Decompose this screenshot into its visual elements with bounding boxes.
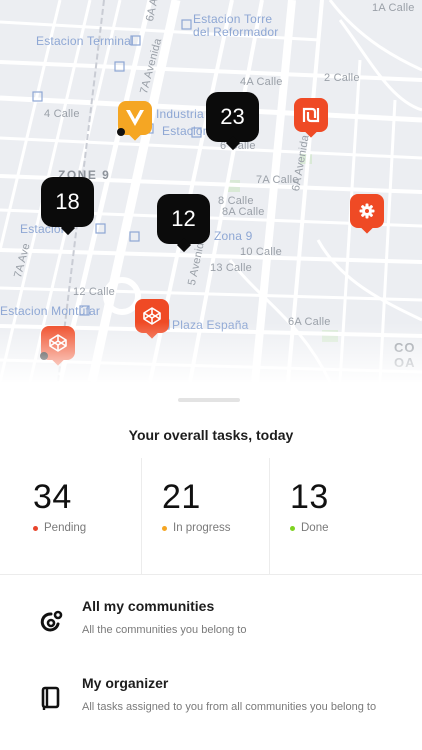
status-dot-orange [162,525,167,531]
codepen-icon [49,334,67,352]
stat-value: 13 [290,478,329,516]
sheet-title: Your overall tasks, today [128,427,294,443]
map-view[interactable]: Estacion Terminal Estacion Torre del Ref… [0,0,422,382]
menu-item-title: All my communities [82,598,215,614]
map-label: 4 Calle [44,108,80,120]
stat-done[interactable]: 13 Done [269,458,422,574]
communities-icon [40,610,63,632]
map-label: 12 Calle [73,286,115,298]
vue-logo-icon [126,110,144,126]
shekel-icon [302,107,320,123]
menu-item-organizer[interactable]: My organizer All tasks assigned to you f… [0,665,422,729]
menu-item-title: My organizer [82,675,169,691]
map-label: Industria [156,107,204,121]
app-screen: Estacion Terminal Estacion Torre del Ref… [0,0,422,750]
map-label: 4A Calle [240,76,283,88]
map-label: 10 Calle [240,246,282,258]
stat-label-text: Done [301,522,329,534]
notebook-icon [41,686,60,710]
stat-pending[interactable]: 34 Pending [13,458,141,574]
map-label: 1A Calle [372,2,415,14]
map-cluster-marker[interactable]: 18 [41,177,94,227]
map-cluster-marker[interactable]: 12 [157,194,210,244]
map-label: 8A Calle [222,206,265,218]
map-label: del Reformador [193,25,279,39]
map-label: 13 Calle [210,262,252,274]
stat-in-progress[interactable]: 21 In progress [141,458,270,574]
stat-label-text: Pending [44,522,87,534]
map-label: Estacion Montúfar [0,304,101,318]
stat-value: 21 [162,478,201,516]
stat-label: Done [290,522,329,534]
gear-icon [359,203,375,219]
section-divider [0,574,422,575]
map-label: Estacion Terminal [36,34,134,48]
map-label: Zona 9 [214,229,253,243]
status-dot-red [33,525,38,531]
stat-label-text: In progress [173,522,231,534]
map-bottom-fade [0,322,422,382]
menu-item-subtitle: All tasks assigned to you from all commu… [82,701,377,713]
sheet-drag-handle[interactable] [178,398,240,402]
stat-label: Pending [33,522,86,534]
map-pin-shekel[interactable] [294,98,328,132]
menu-item-communities[interactable]: All my communities All the communities y… [0,588,422,652]
stat-value: 34 [33,478,72,516]
map-label: 2 Calle [324,72,360,84]
task-stats: 34 Pending 21 In progress 13 Done [0,458,422,574]
codepen-icon [143,307,161,325]
map-label: Estacion [162,124,210,138]
menu-item-subtitle: All the communities you belong to [82,624,247,636]
map-location-dot [117,128,125,136]
map-pin-gear[interactable] [350,194,384,228]
map-cluster-marker[interactable]: 23 [206,92,259,142]
map-label: Estacion Torre [193,12,273,26]
tasks-bottom-sheet: Your overall tasks, today 34 Pending 21 … [0,382,422,750]
status-dot-green [290,525,295,531]
stat-label: In progress [162,522,231,534]
